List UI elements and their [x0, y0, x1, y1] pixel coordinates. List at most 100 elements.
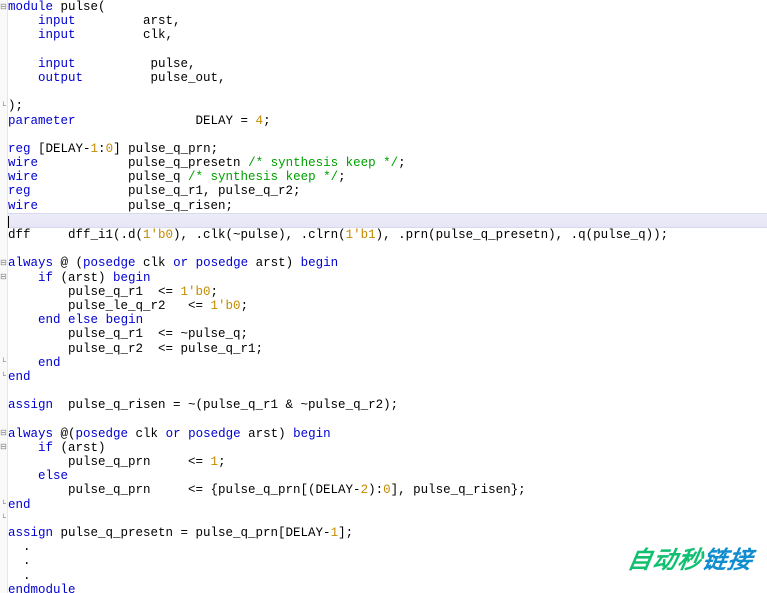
token-id: :: [98, 142, 106, 156]
token-kw: wire: [8, 156, 38, 170]
token-kw: wire: [8, 170, 38, 184]
token-id: ;: [241, 299, 249, 313]
token-id: pulse(: [53, 0, 106, 14]
fold-glyph[interactable]: ⊟: [0, 1, 7, 15]
token-kw: output: [38, 71, 83, 85]
token-cmt: /* synthesis keep */: [248, 156, 398, 170]
code-line[interactable]: pulse_q_r1 <= ~pulse_q;: [8, 327, 767, 341]
fold-glyph[interactable]: └: [0, 100, 7, 114]
code-line[interactable]: pulse_q_prn <= 1;: [8, 455, 767, 469]
token-id: pulse_q_r1 <= ~pulse_q;: [8, 327, 248, 341]
token-num: 1'b0: [181, 285, 211, 299]
code-line[interactable]: [8, 412, 767, 426]
code-line[interactable]: assign pulse_q_risen = ~(pulse_q_r1 & ~p…: [8, 398, 767, 412]
fold-glyph[interactable]: └: [0, 498, 7, 512]
code-line[interactable]: pulse_q_r1 <= 1'b0;: [8, 285, 767, 299]
token-kw: begin: [106, 313, 144, 327]
code-line[interactable]: wire pulse_q_presetn /* synthesis keep *…: [8, 156, 767, 170]
code-line[interactable]: parameter DELAY = 4;: [8, 114, 767, 128]
code-line[interactable]: always @ (posedge clk or posedge arst) b…: [8, 256, 767, 270]
token-id: .: [8, 554, 31, 568]
token-num: 1'b1: [346, 228, 376, 242]
code-line[interactable]: dff dff_i1(.d(1'b0), .clk(~pulse), .clrn…: [8, 228, 767, 242]
fold-glyph[interactable]: └: [0, 370, 7, 384]
token-kw: end: [8, 498, 31, 512]
code-editor[interactable]: ⊟└⊟⊟└└⊟⊟└└ module pulse( input arst, inp…: [0, 0, 767, 593]
token-id: pulse_le_q_r2 <=: [8, 299, 211, 313]
code-line[interactable]: module pulse(: [8, 0, 767, 14]
code-line[interactable]: else: [8, 469, 767, 483]
code-line[interactable]: pulse_le_q_r2 <= 1'b0;: [8, 299, 767, 313]
token-id: pulse_q_prn <=: [8, 455, 211, 469]
token-id: ;: [263, 114, 271, 128]
fold-glyph[interactable]: ⊟: [0, 441, 7, 455]
fold-glyph[interactable]: ⊟: [0, 271, 7, 285]
watermark-left: 自动秒: [626, 548, 706, 575]
code-line[interactable]: [8, 242, 767, 256]
token-id: arst): [248, 256, 301, 270]
code-line[interactable]: end else begin: [8, 313, 767, 327]
token-kw: begin: [301, 256, 339, 270]
token-id: ):: [368, 483, 383, 497]
token-id: [8, 57, 38, 71]
token-kw: input: [38, 14, 76, 28]
code-line[interactable]: );: [8, 99, 767, 113]
token-id: [DELAY-: [31, 142, 91, 156]
code-line[interactable]: [8, 384, 767, 398]
token-num: 2: [361, 483, 369, 497]
token-id: [188, 256, 196, 270]
token-cmt: /* synthesis keep */: [188, 170, 338, 184]
token-num: 4: [256, 114, 264, 128]
code-line[interactable]: wire pulse_q /* synthesis keep */;: [8, 170, 767, 184]
token-kw: wire: [8, 199, 38, 213]
code-line[interactable]: if (arst) begin: [8, 271, 767, 285]
token-num: 1'b0: [143, 228, 173, 242]
code-line[interactable]: wire pulse_q_risen;: [8, 199, 767, 213]
code-line[interactable]: pulse_q_r2 <= pulse_q_r1;: [8, 342, 767, 356]
token-id: [8, 271, 38, 285]
code-line[interactable]: end: [8, 370, 767, 384]
token-num: 1'b0: [211, 299, 241, 313]
token-id: [8, 14, 38, 28]
code-line[interactable]: endmodule: [8, 583, 767, 593]
token-kw: always: [8, 256, 53, 270]
token-id: [181, 427, 189, 441]
code-line[interactable]: end: [8, 498, 767, 512]
token-kw: posedge: [196, 256, 249, 270]
fold-glyph[interactable]: └: [0, 356, 7, 370]
code-line[interactable]: if (arst): [8, 441, 767, 455]
code-line[interactable]: reg [DELAY-1:0] pulse_q_prn;: [8, 142, 767, 156]
token-id: [8, 356, 38, 370]
token-kw: assign: [8, 526, 53, 540]
fold-glyph[interactable]: └: [0, 512, 7, 526]
code-line[interactable]: pulse_q_prn <= {pulse_q_prn[(DELAY-2):0]…: [8, 483, 767, 497]
fold-gutter[interactable]: ⊟└⊟⊟└└⊟⊟└└: [0, 0, 8, 593]
code-line[interactable]: input arst,: [8, 14, 767, 28]
code-line[interactable]: output pulse_out,: [8, 71, 767, 85]
code-line[interactable]: [8, 43, 767, 57]
code-line[interactable]: [8, 512, 767, 526]
token-id: pulse_q_presetn = pulse_q_prn[DELAY-: [53, 526, 331, 540]
watermark: 自动秒链接: [594, 540, 757, 583]
fold-glyph[interactable]: ⊟: [0, 257, 7, 271]
code-line[interactable]: input pulse,: [8, 57, 767, 71]
token-kw: parameter: [8, 114, 76, 128]
token-id: [8, 441, 38, 455]
code-line[interactable]: [8, 213, 767, 228]
code-line[interactable]: always @(posedge clk or posedge arst) be…: [8, 427, 767, 441]
token-id: clk: [136, 256, 174, 270]
code-line[interactable]: [8, 128, 767, 142]
token-kw: end: [38, 356, 61, 370]
token-id: pulse,: [76, 57, 196, 71]
code-line[interactable]: reg pulse_q_r1, pulse_q_r2;: [8, 184, 767, 198]
code-line[interactable]: assign pulse_q_presetn = pulse_q_prn[DEL…: [8, 526, 767, 540]
code-area[interactable]: module pulse( input arst, input clk, inp…: [8, 0, 767, 593]
code-line[interactable]: [8, 85, 767, 99]
token-kw: posedge: [76, 427, 129, 441]
code-line[interactable]: end: [8, 356, 767, 370]
code-line[interactable]: input clk,: [8, 28, 767, 42]
token-kw: or: [173, 256, 188, 270]
fold-glyph[interactable]: ⊟: [0, 427, 7, 441]
token-id: arst,: [76, 14, 181, 28]
token-kw: endmodule: [8, 583, 76, 593]
